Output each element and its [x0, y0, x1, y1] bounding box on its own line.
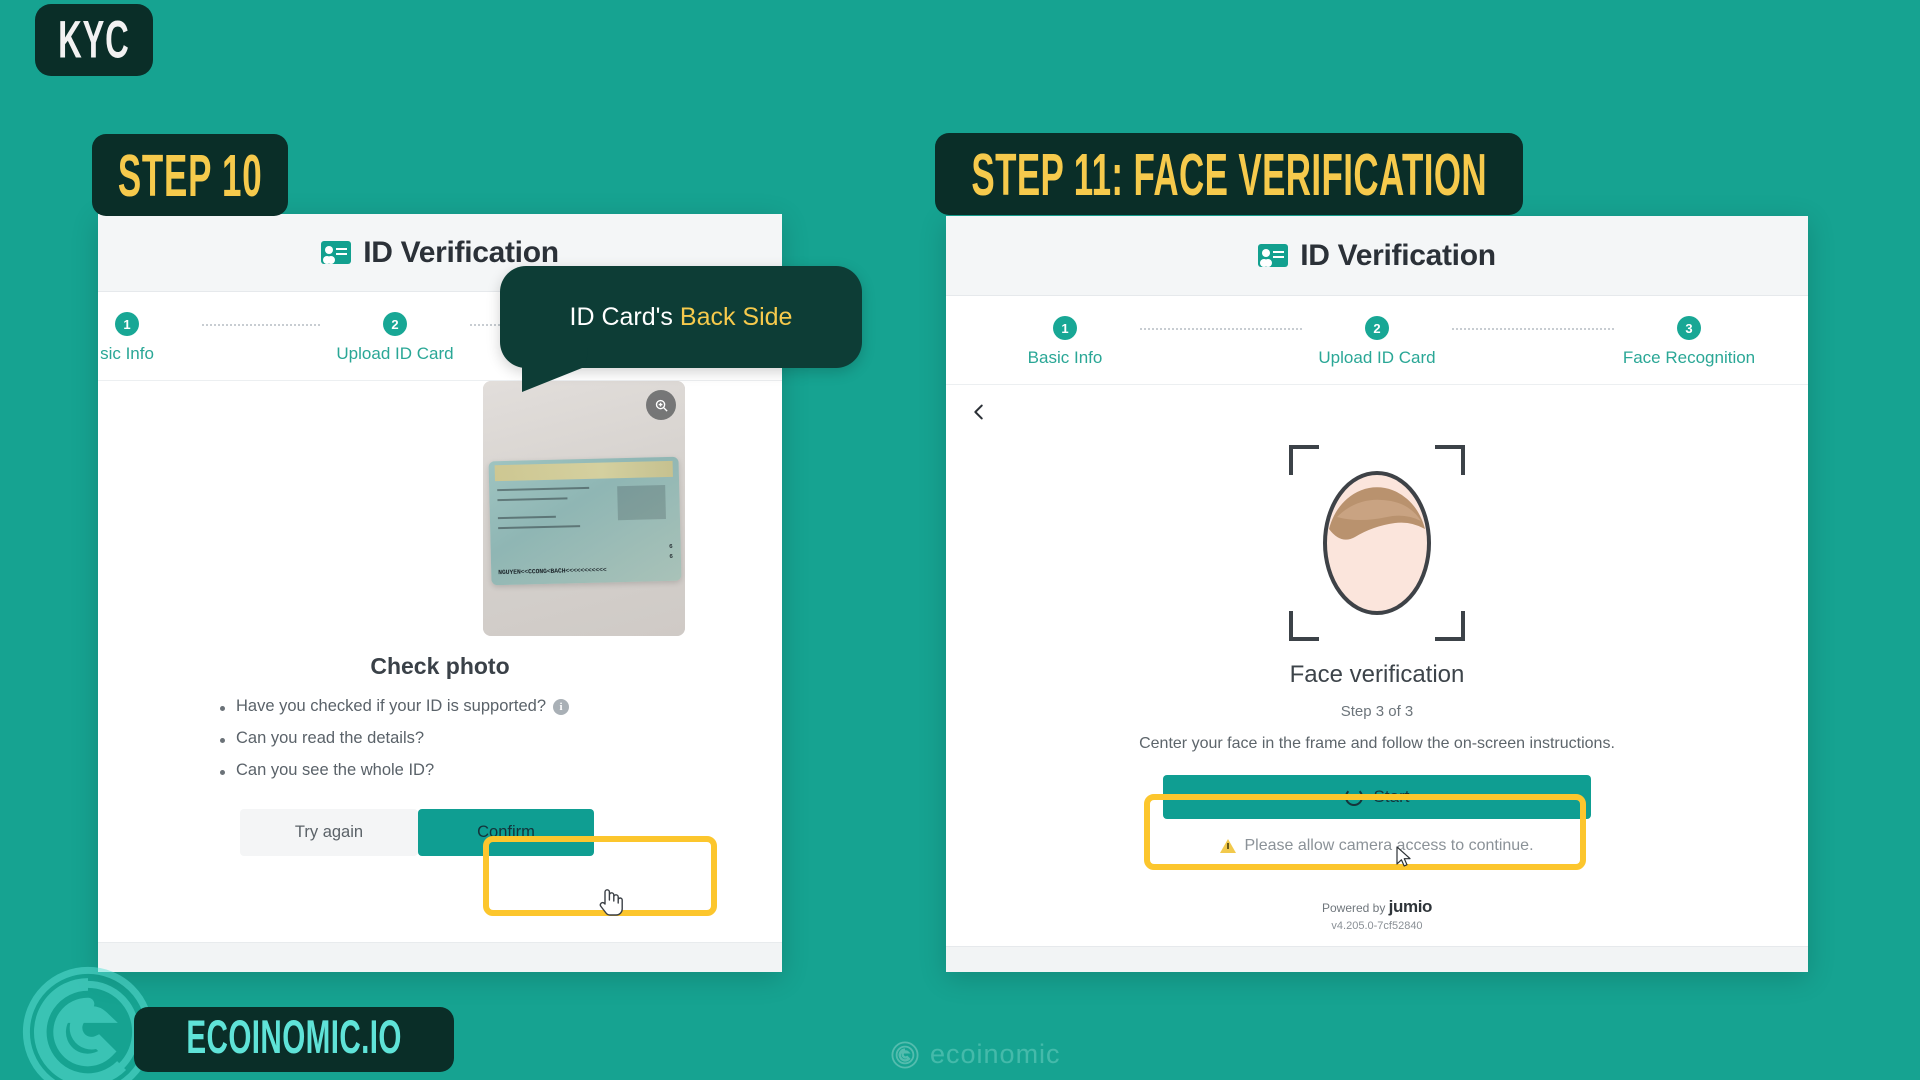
step-label: Face Recognition	[1622, 348, 1756, 367]
loading-spinner-icon	[1344, 788, 1363, 806]
id-card-digit-line-2: 6	[669, 552, 673, 560]
left-panel-footer	[98, 942, 782, 972]
step-11-badge: STEP 11: FACE VERIFICATION	[935, 133, 1523, 215]
kyc-badge: KYC	[35, 4, 153, 76]
check-photo-list: Have you checked if your ID is supported…	[216, 697, 569, 793]
step-number: 2	[1365, 316, 1389, 340]
powered-by-prefix: Powered by	[1321, 901, 1389, 915]
step-label: Upload ID Card	[1318, 348, 1436, 367]
kyc-badge-label: KYC	[58, 10, 130, 69]
check-item-text: Have you checked if your ID is supported…	[236, 697, 546, 715]
tooltip-prefix: ID Card's	[569, 302, 680, 331]
step-connector	[1140, 328, 1302, 330]
id-card-line	[497, 515, 556, 520]
start-button-label: Start	[1373, 787, 1410, 806]
arrow-cursor	[1396, 846, 1411, 867]
face-verification-step: Step 3 of 3	[1340, 703, 1414, 720]
check-item-text: Can you read the details?	[236, 729, 425, 747]
magnifier-icon[interactable]	[646, 390, 676, 420]
face-verification-instruction: Center your face in the frame and follow…	[1139, 735, 1615, 752]
step-number: 1	[115, 312, 139, 336]
frame-corner-icon	[1435, 445, 1465, 475]
step-number: 1	[1053, 316, 1077, 340]
ecoinomic-mark-icon	[891, 1041, 919, 1068]
id-card-line	[497, 486, 590, 492]
step-10-label: STEP 10	[117, 141, 263, 209]
step-connector	[1452, 328, 1614, 330]
try-again-button[interactable]: Try again	[240, 809, 418, 856]
center-watermark: ecoinomic	[890, 1039, 1061, 1070]
powered-by-block: Powered by jumio v4.205.0-7cf52840	[946, 897, 1808, 932]
info-icon[interactable]: i	[553, 698, 569, 715]
id-card-back-image: 6 6 NGUYEN<<CCONG<BACH<<<<<<<<<<<	[488, 456, 682, 586]
face-frame	[1289, 445, 1465, 641]
id-card-line	[498, 525, 581, 530]
right-kyc-panel: ID Verification 1 Basic Info 2 Upload ID…	[946, 216, 1808, 972]
center-watermark-text: ecoinomic	[930, 1039, 1061, 1069]
right-stepper: 1 Basic Info 2 Upload ID Card 3 Face Rec…	[946, 296, 1808, 385]
list-item: Can you see the whole ID?	[216, 761, 569, 780]
step-number: 3	[1677, 316, 1701, 340]
warning-icon	[1220, 839, 1237, 853]
right-panel-footer	[946, 946, 1808, 972]
ecoinomic-watermark-label: ECOINOMIC.IO	[186, 1011, 402, 1065]
sidebar-item-basic-info[interactable]: 1 Basic Info	[990, 316, 1140, 368]
list-item: Can you read the details?	[216, 729, 569, 748]
step-number: 2	[383, 312, 407, 336]
back-chevron-icon[interactable]	[962, 395, 996, 429]
start-button[interactable]: Start	[1163, 775, 1591, 819]
right-panel-body: Face verification Step 3 of 3 Center you…	[946, 385, 1808, 972]
right-panel-header: ID Verification	[946, 216, 1808, 296]
check-photo-title: Check photo	[370, 653, 510, 679]
frame-corner-icon	[1289, 445, 1319, 475]
tooltip-highlight: Back Side	[679, 302, 793, 331]
tooltip-text: ID Card's Back Side	[570, 303, 793, 332]
step-connector	[202, 324, 320, 326]
sidebar-item-upload-id-card[interactable]: 2 Upload ID Card	[1302, 316, 1452, 368]
camera-warning-text: Please allow camera access to continue.	[1244, 837, 1534, 854]
id-card-header-strip	[494, 460, 673, 482]
step-label: Upload ID Card	[336, 344, 454, 363]
id-card-photo: 6 6 NGUYEN<<CCONG<BACH<<<<<<<<<<<	[483, 381, 685, 636]
check-item-text: Can you see the whole ID?	[236, 761, 435, 779]
sidebar-item-upload-id-card[interactable]: 2 Upload ID Card	[320, 312, 470, 364]
face-verification-title: Face verification	[1289, 661, 1465, 688]
page-title: ID Verification	[363, 235, 559, 269]
id-card-mrz-text: NGUYEN<<CCONG<BACH<<<<<<<<<<<	[498, 566, 607, 577]
face-illustration-icon	[1323, 471, 1431, 615]
sidebar-item-face-recognition[interactable]: 3 Face Recognition	[1614, 316, 1764, 368]
step-11-label: STEP 11: FACE VERIFICATION	[971, 140, 1487, 208]
left-panel-body: 6 6 NGUYEN<<CCONG<BACH<<<<<<<<<<< Check …	[98, 381, 782, 972]
powered-by-line: Powered by jumio	[946, 897, 1808, 917]
frame-corner-icon	[1435, 611, 1465, 641]
step-label: sic Info	[100, 344, 154, 363]
version-label: v4.205.0-7cf52840	[1331, 920, 1423, 932]
id-card-digit-line-1: 6	[668, 542, 673, 550]
camera-access-warning: Please allow camera access to continue.	[946, 837, 1808, 855]
confirm-button[interactable]: Confirm	[418, 809, 594, 856]
action-button-row: Try again Confirm	[240, 809, 594, 856]
step-label: Basic Info	[1027, 348, 1103, 367]
id-card-icon	[321, 241, 352, 264]
step-10-badge: STEP 10	[92, 134, 288, 216]
sidebar-item-basic-info[interactable]: 1 sic Info	[98, 312, 202, 364]
ecoinomic-watermark-badge: ECOINOMIC.IO	[134, 1007, 455, 1072]
id-card-line	[497, 497, 568, 502]
page-title: ID Verification	[1300, 238, 1496, 272]
tooltip-callout: ID Card's Back Side	[500, 266, 862, 392]
jumio-brand: jumio	[1388, 897, 1433, 916]
list-item: Have you checked if your ID is supported…	[216, 697, 569, 716]
frame-corner-icon	[1289, 611, 1319, 641]
id-card-chip	[617, 485, 666, 521]
hand-cursor	[599, 889, 623, 916]
id-card-icon	[1258, 244, 1289, 267]
